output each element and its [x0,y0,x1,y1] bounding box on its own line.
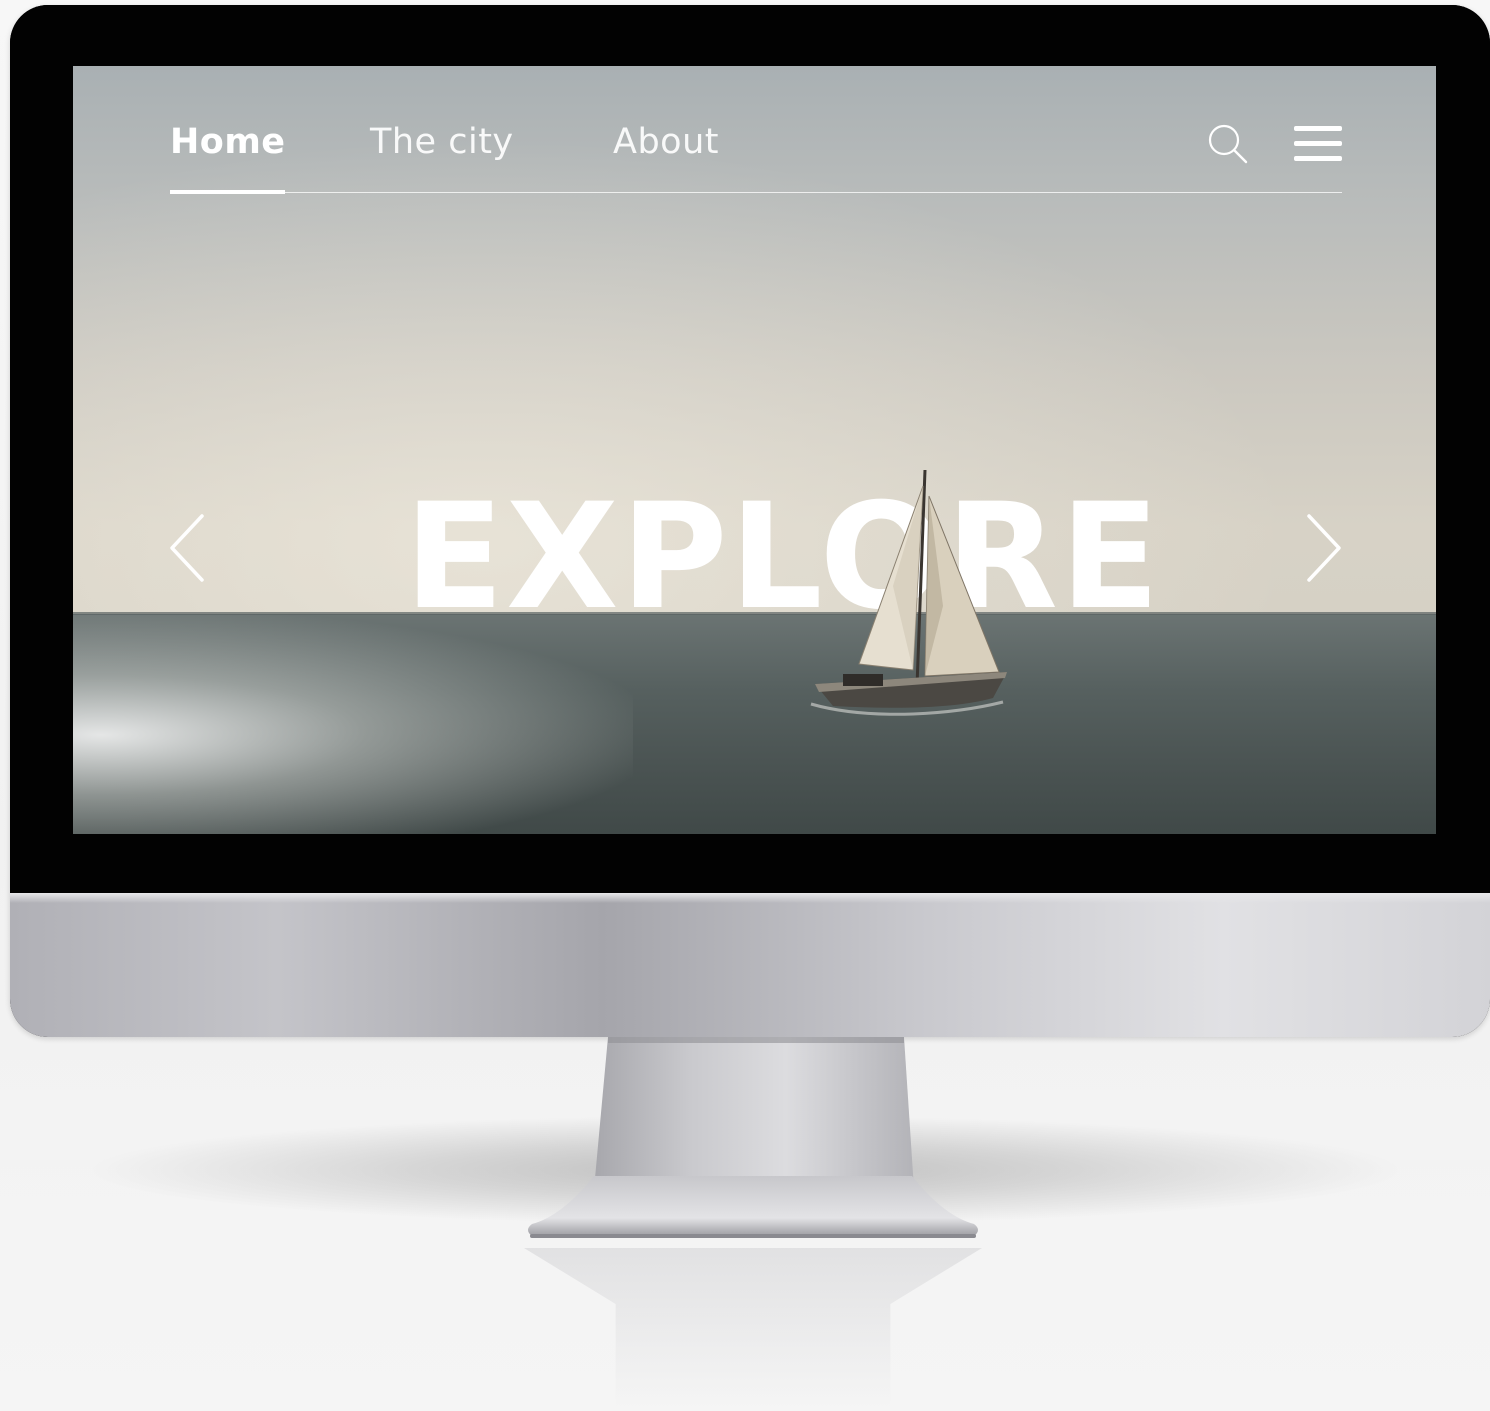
hero-title: EXPLORE [404,484,1162,616]
stand-reflection [524,1248,982,1408]
hamburger-menu-icon [1294,126,1342,161]
carousel-next-button[interactable] [1303,512,1345,584]
website-screen: Home The city About EXPLORE [73,66,1436,834]
imac-monitor: Home The city About EXPLORE [10,5,1490,1037]
monitor-stand-base [528,1176,978,1238]
nav-divider [170,192,1342,193]
nav-item-the-city[interactable]: The city [370,122,514,162]
sea-sun-reflection [73,614,633,834]
nav-active-indicator [170,190,285,194]
menu-button[interactable] [1294,124,1342,164]
monitor-bezel: Home The city About EXPLORE [10,5,1490,893]
chevron-right-icon [1307,514,1341,582]
top-navigation: Home The city About [170,116,1342,194]
nav-item-about[interactable]: About [613,122,719,162]
chevron-left-icon [170,514,204,582]
search-icon [1208,124,1248,164]
search-button[interactable] [1206,122,1250,166]
sailboat-image [810,469,1007,716]
nav-item-home[interactable]: Home [170,122,286,162]
carousel-prev-button[interactable] [166,512,208,584]
monitor-chin [10,893,1490,1037]
monitor-stand-neck [594,1037,914,1189]
